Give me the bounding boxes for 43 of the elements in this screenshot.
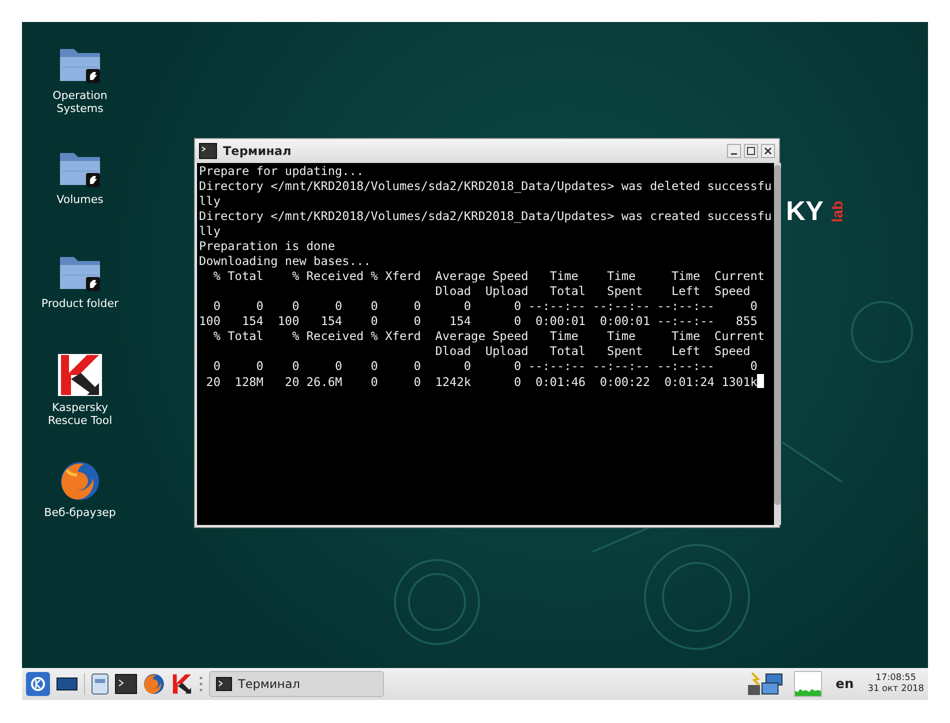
terminal-line: Dload Upload Total Spent Left Speed xyxy=(434,344,750,358)
kde-menu-icon[interactable] xyxy=(26,672,50,696)
minimize-icon[interactable] xyxy=(727,144,741,158)
logo-text: KY xyxy=(786,196,824,227)
terminal-line: 0 0 0 0 0 0 0 0 --:--:-- --:--:-- --:--:-- 0 xyxy=(212,299,758,313)
scrollbar[interactable] xyxy=(774,163,781,525)
maximize-icon[interactable] xyxy=(744,144,758,158)
desktop-icon-label[interactable]: Product folder xyxy=(41,297,119,310)
firefox-icon[interactable] xyxy=(59,460,101,502)
terminal-line: Directory </mnt/KRD2018/Volumes/sda2/KRD2018_Data/Updates> was deleted successfu xyxy=(199,179,772,193)
terminal-line: lly xyxy=(199,224,220,238)
clock-time[interactable]: 17:08:55 xyxy=(876,673,916,684)
terminal-line: % Total % Received % Xferd Average Speed Time Time Time Current xyxy=(212,329,765,343)
terminal-line: Downloading new bases... xyxy=(199,254,371,268)
show-desktop-icon[interactable] xyxy=(56,676,78,692)
desktop-icon-label[interactable]: Volumes xyxy=(56,193,104,206)
terminal-line: 0 0 0 0 0 0 0 0 --:--:-- --:--:-- --:--:-- 0 xyxy=(212,359,758,373)
keyboard-language[interactable]: en xyxy=(828,676,862,692)
file-manager-icon[interactable] xyxy=(91,673,109,695)
window-title: Терминал xyxy=(223,144,292,158)
terminal-line: % Total % Received % Xferd Average Speed Time Time Time Current xyxy=(212,269,765,283)
terminal-line: lly xyxy=(199,194,220,208)
kaspersky-logo-icon[interactable] xyxy=(171,673,193,695)
logo-subtext: lab xyxy=(828,200,846,222)
desktop-icon-label[interactable]: Веб-браузер xyxy=(44,506,116,519)
desktop-icon-label[interactable]: Kaspersky Rescue Tool xyxy=(35,401,125,427)
desktop-icon-label[interactable]: Operation Systems xyxy=(35,89,125,115)
close-icon[interactable] xyxy=(761,144,775,158)
cpu-load-graph[interactable] xyxy=(794,671,822,697)
terminal-line: Directory </mnt/KRD2018/Volumes/sda2/KRD2018_Data/Updates> was created successfu xyxy=(199,209,772,223)
firefox-icon[interactable] xyxy=(143,673,165,695)
terminal-icon[interactable] xyxy=(115,674,137,694)
clock-date[interactable]: 31 окт 2018 xyxy=(868,684,924,695)
terminal-icon xyxy=(199,143,217,159)
taskbar-task-button[interactable]: Терминал xyxy=(209,671,384,697)
terminal-line: 20 128M 20 26.6M 0 0 1242k 0 0:01:46 0:00:22 0:01:24 1301k xyxy=(205,375,758,389)
terminal-line: Prepare for updating... xyxy=(199,164,364,178)
terminal-icon xyxy=(216,677,232,691)
drag-handle-icon[interactable] xyxy=(199,675,203,693)
kaspersky-logo-icon[interactable] xyxy=(57,353,103,397)
terminal-line: 100 154 100 154 0 0 154 0 0:00:01 0:00:01 --:--:-- 855 xyxy=(199,314,758,328)
terminal-line: Preparation is done xyxy=(199,239,336,253)
terminal-line: Dload Upload Total Spent Left Speed xyxy=(434,284,750,298)
